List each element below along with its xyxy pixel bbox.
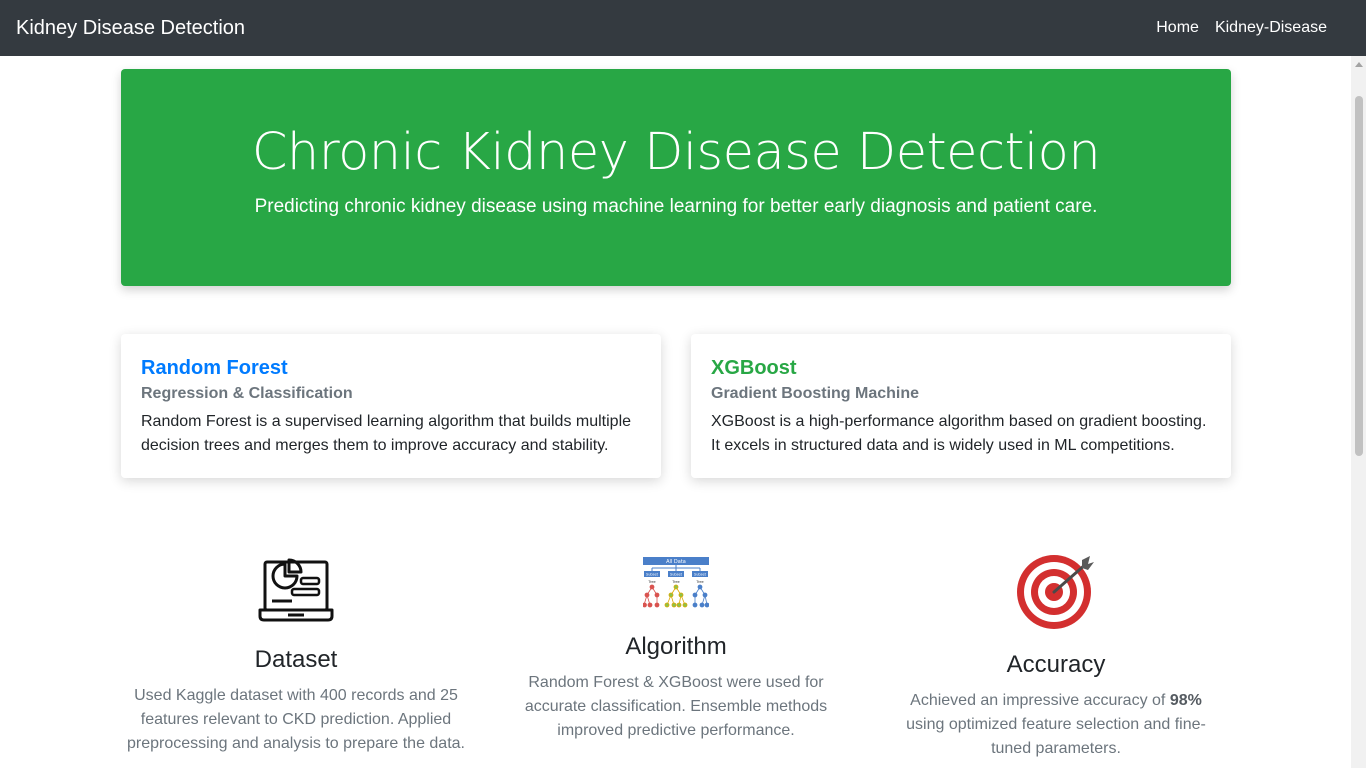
feature-title-algorithm: Algorithm <box>625 633 727 660</box>
accuracy-value: 98% <box>1169 692 1202 709</box>
card-title-xgboost: XGBoost <box>711 357 797 379</box>
decision-tree-icon: All Data Subset Subset Subset Tree Tree … <box>643 557 709 608</box>
xgboost-card: XGBoost Gradient Boosting Machine XGBoos… <box>691 334 1231 478</box>
tree-label: Tree <box>695 580 703 584</box>
nav-link-kidney-disease[interactable]: Kidney-Disease <box>1215 19 1327 37</box>
tree-root-label: All Data <box>666 559 686 565</box>
feature-accuracy: Accuracy Achieved an impressive accuracy… <box>866 552 1246 761</box>
tree-subset-label: Subset <box>694 573 707 577</box>
accuracy-text-before: Achieved an impressive accuracy of <box>910 692 1170 709</box>
card-text-random-forest: Random Forest is a supervised learning a… <box>141 413 632 454</box>
feature-text-algorithm: Random Forest & XGBoost were used for ac… <box>524 674 828 739</box>
card-title-random-forest: Random Forest <box>141 357 288 379</box>
tree-subset-label: Subset <box>646 573 659 577</box>
feature-algorithm: All Data Subset Subset Subset Tree Tree … <box>486 552 866 743</box>
card-subtitle-xgboost: Gradient Boosting Machine <box>711 385 920 402</box>
hero-subtitle: Predicting chronic kidney disease using … <box>254 196 1098 217</box>
tree-subset-label: Subset <box>670 573 683 577</box>
scroll-up-arrow-icon[interactable] <box>1355 62 1363 67</box>
feature-text-accuracy: Achieved an impressive accuracy of 98% u… <box>891 689 1221 761</box>
brand-link[interactable]: Kidney Disease Detection <box>16 17 245 40</box>
feature-text-dataset: Used Kaggle dataset with 400 records and… <box>127 687 465 752</box>
tree-label: Tree <box>671 580 679 584</box>
card-subtitle-random-forest: Regression & Classification <box>141 385 353 402</box>
feature-dataset: Dataset Used Kaggle dataset with 400 rec… <box>106 556 486 756</box>
laptop-chart-icon <box>258 558 334 622</box>
nav-links: Home Kidney-Disease <box>1156 19 1327 37</box>
nav-link-home[interactable]: Home <box>1156 19 1199 37</box>
scroll-thumb[interactable] <box>1355 96 1363 456</box>
hero-title: Chronic Kidney Disease Detection <box>251 123 1101 182</box>
feature-title-accuracy: Accuracy <box>1006 651 1106 678</box>
random-forest-card: Random Forest Regression & Classificatio… <box>121 334 661 478</box>
page-scrollbar[interactable] <box>1351 56 1366 768</box>
feature-title-dataset: Dataset <box>254 646 338 673</box>
tree-label: Tree <box>647 580 655 584</box>
navbar: Kidney Disease Detection Home Kidney-Dis… <box>0 0 1366 56</box>
target-icon <box>1017 555 1094 629</box>
card-text-xgboost: XGBoost is a high-performance algorithm … <box>711 413 1207 454</box>
accuracy-text-after: using optimized feature selection and fi… <box>906 716 1206 757</box>
hero-banner: Chronic Kidney Disease Detection Predict… <box>121 69 1231 286</box>
